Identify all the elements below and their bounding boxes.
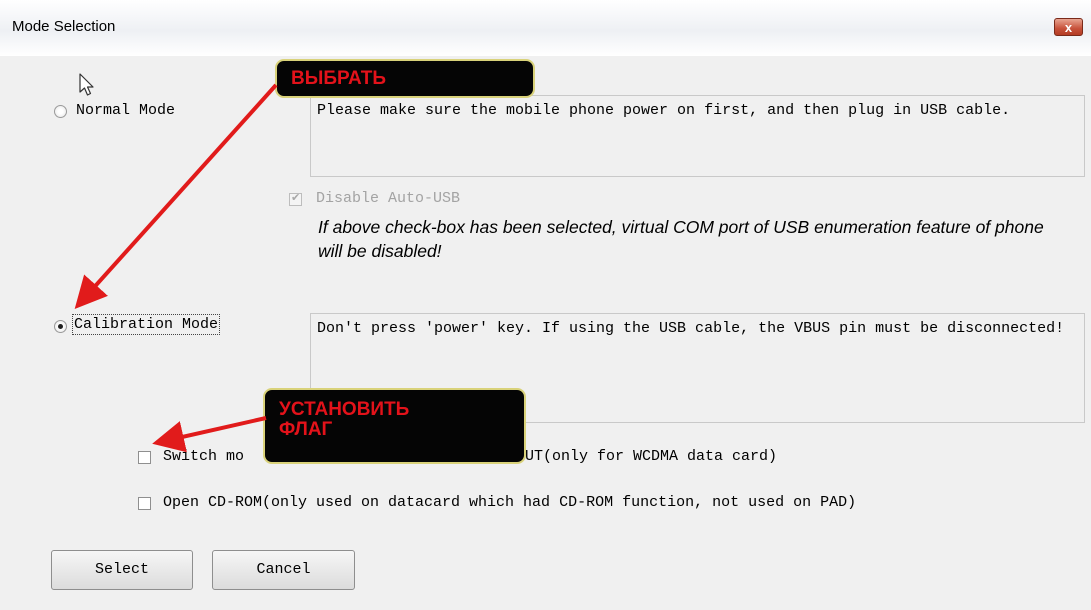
arrow-to-calibration-mode [74,83,278,309]
annotation-arrows [74,83,278,453]
mode-selection-dialog: Mode Selection x Normal Mode Please make… [0,0,1091,610]
arrow-to-switch-checkbox [152,416,267,453]
